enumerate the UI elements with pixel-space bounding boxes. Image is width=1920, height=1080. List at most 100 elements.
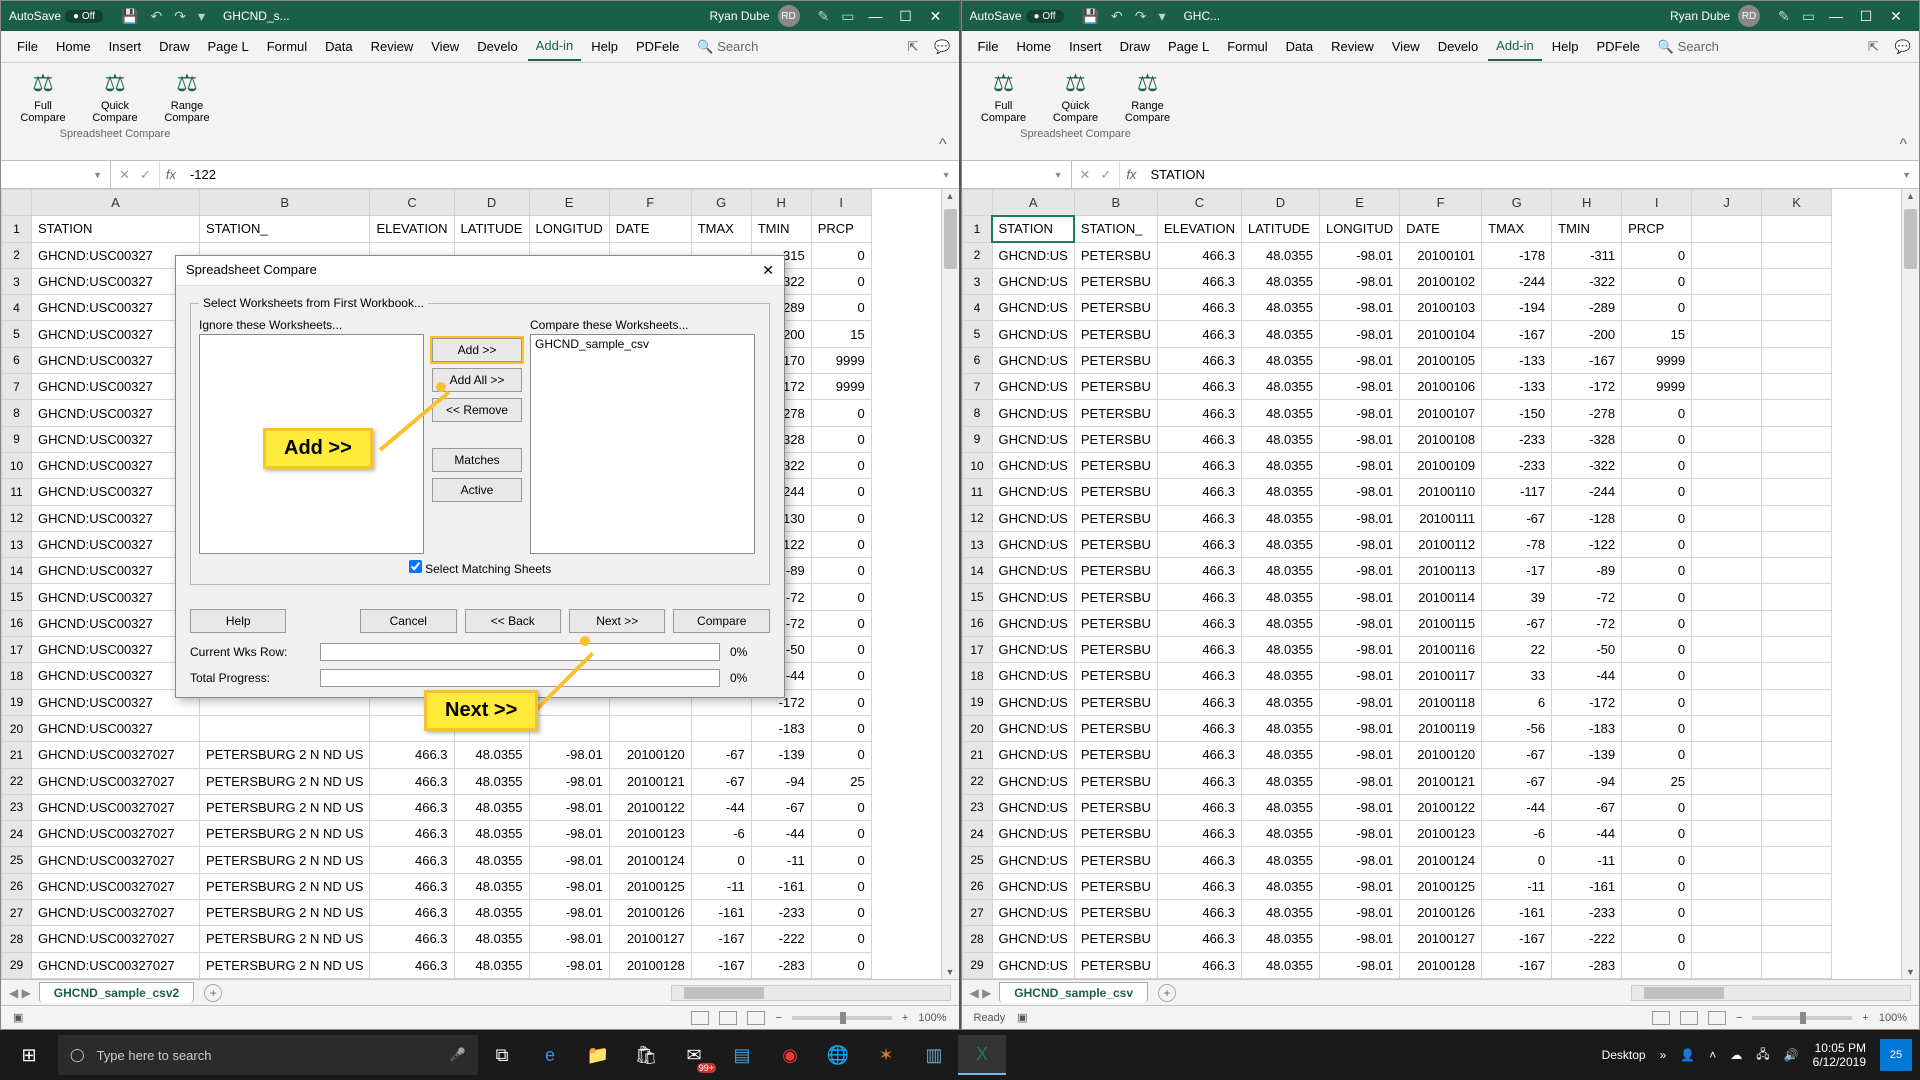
autosave-toggle[interactable]: ● Off — [65, 10, 103, 23]
compare-button[interactable]: Compare — [673, 609, 769, 633]
ribbon-tab-develo[interactable]: Develo — [469, 33, 525, 60]
draw-icon[interactable]: ✎ — [818, 8, 830, 25]
page-layout-button[interactable] — [1680, 1011, 1698, 1025]
network-icon[interactable]: 🖧 — [1756, 1045, 1769, 1066]
ribbon-tab-home[interactable]: Home — [1008, 33, 1059, 60]
avatar[interactable]: RD — [778, 5, 800, 27]
ribbon-search[interactable]: 🔍 Search — [1658, 39, 1719, 55]
range-compare-button[interactable]: ⚖Range Compare — [157, 69, 217, 124]
draw-icon[interactable]: ✎ — [1778, 8, 1790, 25]
ribbon-collapse-icon[interactable]: ^ — [1899, 136, 1907, 154]
zoom-level[interactable]: 100% — [1879, 1012, 1907, 1024]
horizontal-scrollbar[interactable] — [1631, 985, 1911, 1001]
file-explorer-icon[interactable]: 📁 — [574, 1035, 622, 1075]
vivaldi-icon[interactable]: ◉ — [766, 1035, 814, 1075]
normal-view-button[interactable] — [1652, 1011, 1670, 1025]
compare-listbox[interactable]: GHCND_sample_csv — [530, 334, 755, 554]
ribbon-tab-page l[interactable]: Page L — [1160, 33, 1217, 60]
ribbon-collapse-icon[interactable]: ^ — [939, 136, 947, 154]
share-icon[interactable]: ⇱ — [1868, 39, 1879, 55]
ribbon-tab-pdfele[interactable]: PDFele — [628, 33, 687, 60]
edge-icon[interactable]: e — [526, 1035, 574, 1075]
normal-view-button[interactable] — [691, 1011, 709, 1025]
ribbon-tab-review[interactable]: Review — [363, 33, 422, 60]
sheet-tab[interactable]: GHCND_sample_csv2 — [39, 982, 194, 1003]
quick-compare-button[interactable]: ⚖Quick Compare — [85, 69, 145, 124]
expand-formula-icon[interactable]: ▼ — [934, 170, 959, 180]
ribbon-search[interactable]: 🔍 Search — [697, 39, 758, 55]
accept-fx-icon[interactable]: ✓ — [1100, 167, 1111, 183]
maximize-button[interactable]: ☐ — [891, 8, 921, 25]
full-compare-button[interactable]: ⚖Full Compare — [13, 69, 73, 124]
name-box[interactable]: ▼ — [1, 161, 111, 188]
help-button[interactable]: Help — [190, 609, 286, 633]
vertical-scrollbar[interactable]: ▲▼ — [1901, 189, 1919, 979]
ribbon-tab-home[interactable]: Home — [48, 33, 99, 60]
redo-icon[interactable]: ↷ — [174, 8, 186, 25]
chrome-icon[interactable]: 🌐 — [814, 1035, 862, 1075]
ribbon-tab-formul[interactable]: Formul — [1219, 33, 1275, 60]
maximize-button[interactable]: ☐ — [1851, 8, 1881, 25]
next-button[interactable]: Next >> — [569, 609, 665, 633]
dialog-titlebar[interactable]: Spreadsheet Compare ✕ — [176, 256, 784, 286]
ribbon-tab-data[interactable]: Data — [1278, 33, 1321, 60]
mic-icon[interactable]: 🎤 — [450, 1047, 466, 1063]
matching-checkbox[interactable] — [409, 560, 422, 573]
ribbon-tab-view[interactable]: View — [423, 33, 467, 60]
fx-icon[interactable]: fx — [1120, 167, 1142, 182]
horizontal-scrollbar[interactable] — [671, 985, 951, 1001]
cancel-fx-icon[interactable]: ✕ — [119, 167, 130, 183]
ribbon-tab-file[interactable]: File — [9, 33, 46, 60]
people-icon[interactable]: 👤 — [1680, 1048, 1695, 1062]
fx-icon[interactable]: fx — [160, 167, 182, 182]
formula-input[interactable]: STATION — [1142, 167, 1894, 182]
app2-icon[interactable]: ✶ — [862, 1035, 910, 1075]
name-box[interactable]: ▼ — [962, 161, 1072, 188]
accept-fx-icon[interactable]: ✓ — [140, 167, 151, 183]
ribbon-tab-formul[interactable]: Formul — [259, 33, 315, 60]
store-icon[interactable]: 🛍 — [622, 1035, 670, 1075]
zoom-level[interactable]: 100% — [918, 1012, 946, 1024]
ribbon-tab-insert[interactable]: Insert — [101, 33, 150, 60]
start-button[interactable]: ⊞ — [0, 1045, 58, 1066]
record-macro-icon[interactable]: ▣ — [13, 1011, 23, 1024]
taskbar-search[interactable]: ◯ Type here to search 🎤 — [58, 1035, 478, 1075]
save-icon[interactable]: 💾 — [1082, 8, 1099, 25]
comments-icon[interactable]: 💬 — [1895, 39, 1911, 55]
expand-formula-icon[interactable]: ▼ — [1894, 170, 1919, 180]
quick-compare-button[interactable]: ⚖Quick Compare — [1046, 69, 1106, 124]
full-compare-button[interactable]: ⚖Full Compare — [974, 69, 1034, 124]
task-view-icon[interactable]: ⧉ — [478, 1035, 526, 1075]
ribbon-tab-pdfele[interactable]: PDFele — [1589, 33, 1648, 60]
active-button[interactable]: Active — [432, 478, 522, 502]
sheet-nav-icon[interactable]: ◀ ▶ — [970, 986, 992, 1000]
qat-more-icon[interactable]: ▾ — [198, 8, 205, 25]
onedrive-icon[interactable]: ☁ — [1730, 1048, 1742, 1062]
comments-icon[interactable]: 💬 — [934, 39, 950, 55]
ribbon-tab-review[interactable]: Review — [1323, 33, 1382, 60]
vertical-scrollbar[interactable]: ▲▼ — [941, 189, 959, 979]
tray-up-icon[interactable]: ˄ — [1709, 1048, 1716, 1062]
record-macro-icon[interactable]: ▣ — [1017, 1011, 1027, 1024]
ribbon-tab-insert[interactable]: Insert — [1061, 33, 1110, 60]
zoom-out-button[interactable]: − — [775, 1012, 781, 1024]
page-layout-button[interactable] — [719, 1011, 737, 1025]
back-button[interactable]: << Back — [465, 609, 561, 633]
app3-icon[interactable]: ▥ — [910, 1035, 958, 1075]
sheet-nav-icon[interactable]: ◀ ▶ — [9, 986, 31, 1000]
zoom-slider[interactable] — [1752, 1016, 1852, 1020]
remove-button[interactable]: << Remove — [432, 398, 522, 422]
ribbon-tab-data[interactable]: Data — [317, 33, 360, 60]
clock[interactable]: 10:05 PM 6/12/2019 — [1813, 1041, 1866, 1070]
save-icon[interactable]: 💾 — [121, 8, 138, 25]
window-icon[interactable]: ▭ — [1802, 8, 1815, 25]
avatar[interactable]: RD — [1738, 5, 1760, 27]
ribbon-tab-file[interactable]: File — [970, 33, 1007, 60]
qat-more-icon[interactable]: ▾ — [1158, 8, 1165, 25]
close-button[interactable]: ✕ — [1881, 8, 1911, 25]
minimize-button[interactable]: — — [861, 8, 891, 24]
volume-icon[interactable]: 🔊 — [1784, 1048, 1799, 1062]
share-icon[interactable]: ⇱ — [907, 39, 918, 55]
autosave-toggle[interactable]: ● Off — [1026, 10, 1064, 23]
add-button[interactable]: Add >> — [432, 338, 522, 362]
